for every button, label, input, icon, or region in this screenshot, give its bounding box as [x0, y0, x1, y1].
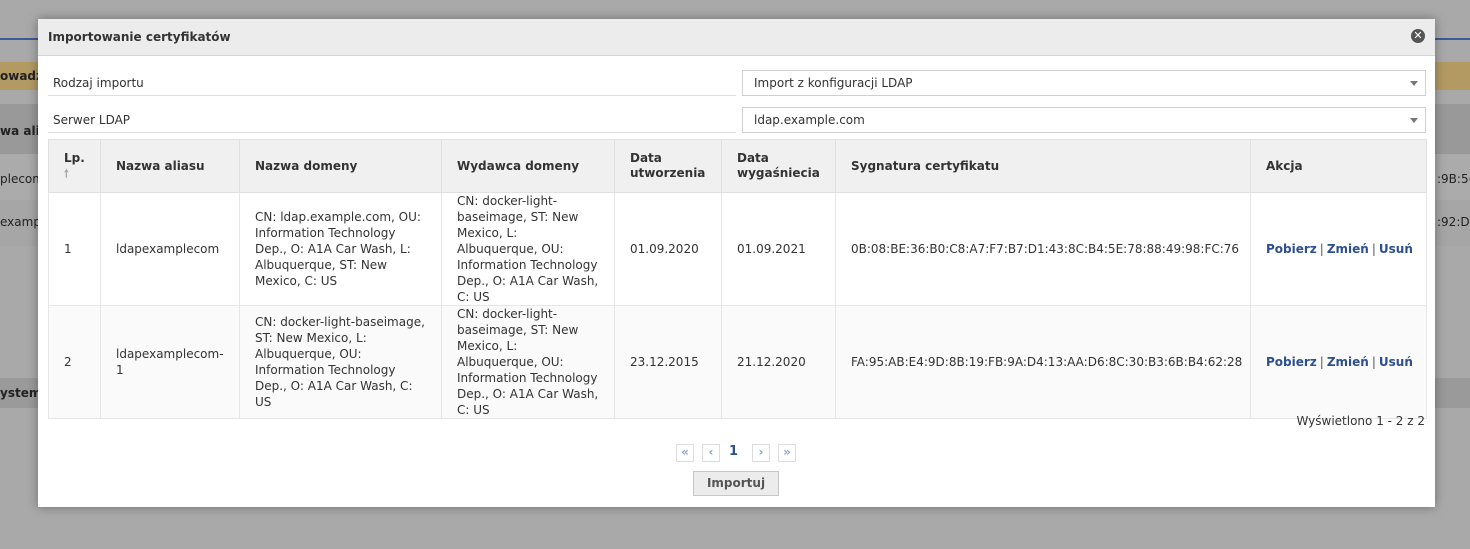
table-header-row: Lp. 🠕 Nazwa aliasu Nazwa domeny Wydawca …	[48, 139, 1427, 193]
column-header-created[interactable]: Data utworzenia	[614, 139, 722, 193]
table-row: 1 ldapexamplecom CN: ldap.example.com, O…	[48, 192, 1427, 306]
column-header-action: Akcja	[1250, 139, 1427, 193]
certificates-table: Lp. 🠕 Nazwa aliasu Nazwa domeny Wydawca …	[48, 139, 1427, 419]
import-type-label: Rodzaj importu	[48, 70, 736, 96]
column-header-issuer[interactable]: Wydawca domeny	[441, 139, 615, 193]
download-link[interactable]: Pobierz	[1266, 242, 1317, 256]
cell-domain: CN: ldap.example.com, OU: Information Te…	[239, 192, 442, 306]
background-text: :9B:5(	[1437, 172, 1470, 186]
cell-created: 01.09.2020	[614, 192, 722, 306]
background-text: :92:D	[1437, 215, 1470, 229]
chevron-down-icon	[1410, 118, 1418, 123]
ldap-server-value: ldap.example.com	[754, 113, 865, 127]
import-type-value: Import z konfiguracji LDAP	[754, 76, 913, 90]
cell-issuer: CN: docker-light-baseimage, ST: New Mexi…	[441, 305, 615, 419]
cell-lp: 1	[48, 192, 101, 306]
action-separator: |	[1371, 242, 1376, 256]
cell-actions: Pobierz | Zmień | Usuń	[1250, 305, 1427, 419]
dialog-header: Importowanie certyfikatów ✕	[38, 19, 1435, 56]
download-link[interactable]: Pobierz	[1266, 355, 1317, 369]
cell-actions: Pobierz | Zmień | Usuń	[1250, 192, 1427, 306]
change-link[interactable]: Zmień	[1327, 242, 1369, 256]
dialog-title: Importowanie certyfikatów	[48, 30, 231, 44]
sort-arrow-up-icon: 🠕	[64, 167, 69, 180]
cell-expires: 01.09.2021	[721, 192, 836, 306]
import-type-select[interactable]: Import z konfiguracji LDAP	[742, 70, 1426, 96]
column-header-signature[interactable]: Sygnatura certyfikatu	[835, 139, 1251, 193]
cell-signature: FA:95:AB:E4:9D:8B:19:FB:9A:D4:13:AA:D6:8…	[835, 305, 1251, 419]
current-page[interactable]: 1	[729, 444, 741, 459]
action-separator: |	[1371, 355, 1376, 369]
cell-created: 23.12.2015	[614, 305, 722, 419]
close-icon[interactable]: ✕	[1411, 29, 1425, 43]
ldap-server-select[interactable]: ldap.example.com	[742, 107, 1426, 133]
delete-link[interactable]: Usuń	[1379, 242, 1413, 256]
records-summary: Wyświetlono 1 - 2 z 2	[1296, 414, 1425, 428]
column-header-lp[interactable]: Lp. 🠕	[48, 139, 101, 193]
cell-domain: CN: docker-light-baseimage, ST: New Mexi…	[239, 305, 442, 419]
last-page-icon[interactable]: »	[778, 444, 796, 462]
background-text: ystem	[0, 386, 42, 400]
cell-issuer: CN: docker-light-baseimage, ST: New Mexi…	[441, 192, 615, 306]
column-header-alias[interactable]: Nazwa aliasu	[100, 139, 240, 193]
next-page-icon[interactable]: ›	[752, 444, 770, 462]
first-page-icon[interactable]: «	[676, 444, 694, 462]
cell-alias: ldapexamplecom-1	[100, 305, 240, 419]
cell-alias: ldapexamplecom	[100, 192, 240, 306]
table-row: 2 ldapexamplecom-1 CN: docker-light-base…	[48, 305, 1427, 419]
import-certificates-dialog: Importowanie certyfikatów ✕ Rodzaj impor…	[38, 19, 1435, 507]
cell-lp: 2	[48, 305, 101, 419]
prev-page-icon[interactable]: ‹	[702, 444, 720, 462]
cell-expires: 21.12.2020	[721, 305, 836, 419]
column-header-domain[interactable]: Nazwa domeny	[239, 139, 442, 193]
delete-link[interactable]: Usuń	[1379, 355, 1413, 369]
background-text: owadz	[0, 69, 44, 83]
change-link[interactable]: Zmień	[1327, 355, 1369, 369]
ldap-server-label: Serwer LDAP	[48, 107, 736, 133]
column-header-expires[interactable]: Data wygaśniecia	[721, 139, 836, 193]
import-button[interactable]: Importuj	[693, 471, 779, 496]
cell-signature: 0B:08:BE:36:B0:C8:A7:F7:B7:D1:43:8C:B4:5…	[835, 192, 1251, 306]
action-separator: |	[1319, 355, 1324, 369]
chevron-down-icon	[1410, 81, 1418, 86]
action-separator: |	[1319, 242, 1324, 256]
background-text: examp	[0, 215, 41, 229]
